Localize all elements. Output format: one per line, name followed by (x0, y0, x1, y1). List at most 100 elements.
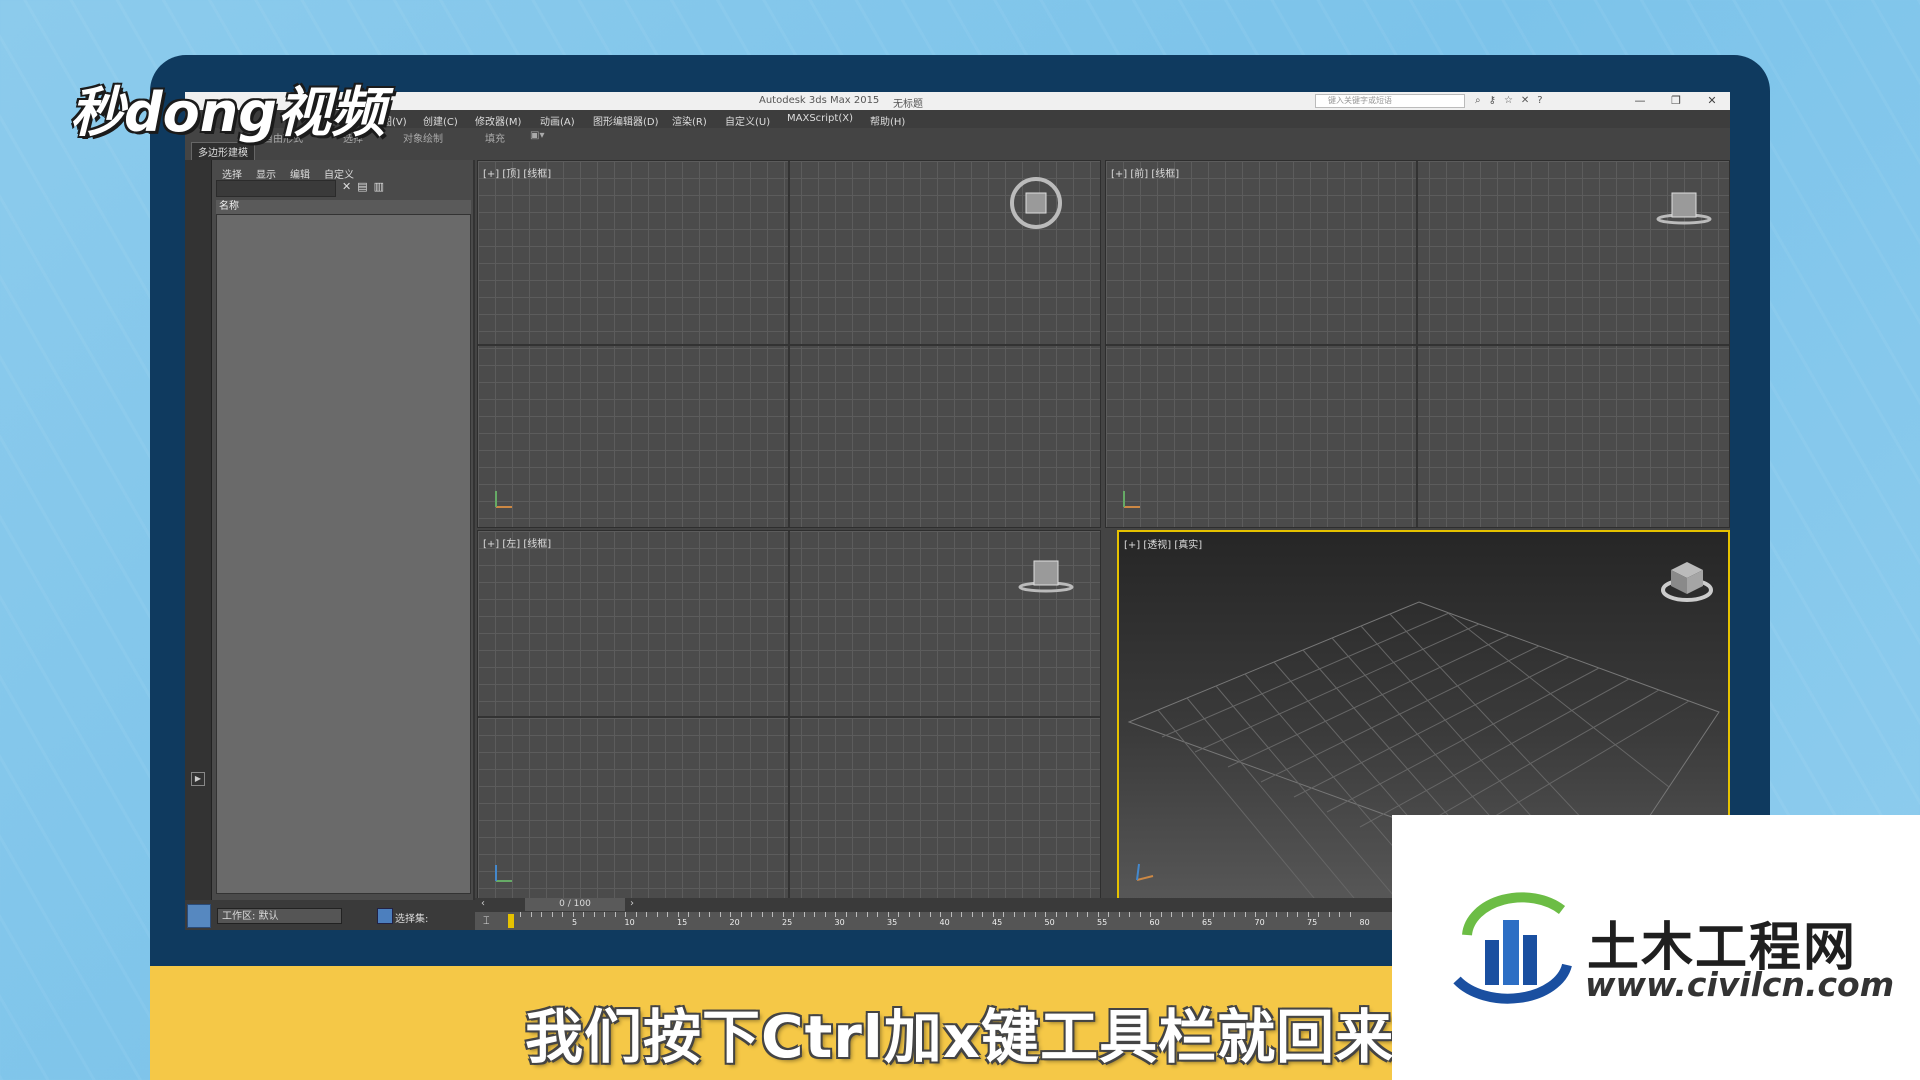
ruler-tick (1255, 912, 1256, 917)
play-icon[interactable]: ▶ (191, 772, 205, 786)
ruler-tick (719, 912, 721, 917)
ruler-tick (677, 912, 679, 917)
viewport-label[interactable]: [+] [前] [线框] (1111, 165, 1179, 180)
ruler-label: 15 (677, 918, 688, 927)
ruler-tick (740, 912, 742, 917)
camera-icon[interactable]: ▣▾ (530, 130, 544, 141)
ruler-tick (646, 912, 647, 917)
ruler-label: 5 (572, 918, 578, 927)
ruler-tick (730, 912, 731, 917)
chevron-left-icon[interactable]: ‹ (481, 898, 485, 909)
menu-modifiers[interactable]: 修改器(M) (475, 113, 521, 128)
ruler-tick (709, 912, 710, 917)
workspace-dropdown[interactable]: 工作区: 默认 (217, 908, 342, 924)
ruler-tick (551, 912, 553, 917)
selection-set-label: 选择集: (395, 914, 429, 925)
filter-icon[interactable]: ▥ (374, 180, 384, 193)
ruler-tick (1213, 912, 1214, 917)
curve-editor-icon[interactable]: ⌶ (483, 914, 490, 928)
ruler-tick (562, 912, 563, 917)
axis-gizmo-icon (495, 865, 512, 882)
ruler-tick (971, 912, 973, 917)
minimize-button[interactable]: — (1622, 92, 1658, 110)
clear-icon[interactable]: ✕ (342, 180, 351, 193)
civilcn-logo-icon (1453, 892, 1572, 1004)
ruler-tick (1160, 912, 1162, 917)
viewport-top[interactable]: [+] [顶] [线框] (477, 160, 1101, 528)
ruler-tick (929, 912, 931, 917)
list-icon[interactable]: ▤ (357, 180, 367, 193)
axis-gizmo-icon (1123, 491, 1140, 508)
ruler-tick (1328, 912, 1330, 917)
menu-rendering[interactable]: 渲染(R) (672, 113, 707, 128)
ruler-tick (688, 912, 689, 917)
viewport-front[interactable]: [+] [前] [线框] (1105, 160, 1730, 528)
help-icon[interactable]: ? (1537, 95, 1542, 106)
ruler-tick (845, 912, 847, 917)
viewport-left[interactable]: [+] [左] [线框] (477, 530, 1101, 902)
ruler-tick (1045, 912, 1046, 917)
ruler-tick (583, 912, 584, 917)
menu-help[interactable]: 帮助(H) (870, 113, 905, 128)
scene-tools: ✕ ▤ ▥ (342, 180, 384, 193)
tab-customize[interactable]: 自定义 (324, 166, 354, 181)
scene-object-list[interactable] (216, 214, 471, 894)
ruler-tick (1034, 912, 1036, 917)
viewcube-icon[interactable] (1656, 179, 1712, 235)
menu-customize[interactable]: 自定义(U) (725, 113, 770, 128)
star-icon[interactable]: ☆ (1504, 95, 1513, 106)
selection-lock-icon[interactable] (377, 908, 393, 924)
menu-animation[interactable]: 动画(A) (540, 113, 575, 128)
ruler-tick (919, 912, 920, 917)
tab-display[interactable]: 显示 (256, 166, 276, 181)
ruler-tick (593, 912, 595, 917)
tab-select[interactable]: 选择 (222, 166, 242, 181)
document-title: 无标题 (893, 99, 923, 110)
grid-center-line (788, 161, 790, 527)
ruler-tick (898, 912, 899, 917)
ruler-tick (604, 912, 605, 917)
ruler-tick (1297, 912, 1298, 917)
ruler-tick (1118, 912, 1120, 917)
ruler-label: 20 (729, 918, 740, 927)
ribbon: 自由形式 选择 对象绘制 填充 ▣▾ 多边形建模 (185, 128, 1730, 161)
viewport-layout-icon[interactable] (187, 904, 211, 928)
ruler-tick (793, 912, 794, 917)
search-input[interactable]: 键入关键字或短语 (1315, 94, 1465, 108)
menu-maxscript[interactable]: MAXScript(X) (787, 113, 853, 124)
viewport-label[interactable]: [+] [顶] [线框] (483, 165, 551, 180)
status-bar: 工作区: 默认 选择集: (185, 900, 475, 930)
ribbon-tab-object-paint[interactable]: 对象绘制 (403, 130, 443, 145)
ruler-tick (824, 912, 826, 917)
viewcube-icon[interactable] (1008, 175, 1064, 231)
grid-center-line (788, 531, 790, 901)
ruler-label: 75 (1307, 918, 1318, 927)
column-header-name[interactable]: 名称 (216, 200, 471, 214)
restore-button[interactable]: ❐ (1658, 92, 1694, 110)
ruler-tick (1276, 912, 1277, 917)
exchange-icon[interactable]: ✕ (1521, 95, 1529, 106)
viewcube-icon[interactable] (1018, 547, 1074, 603)
frame-counter[interactable]: 0 / 100 (525, 898, 625, 911)
viewport-label[interactable]: [+] [左] [线框] (483, 535, 551, 550)
ruler-tick (1066, 912, 1067, 917)
key-icon[interactable]: ⚷ (1489, 95, 1496, 106)
ruler-label: 30 (834, 918, 845, 927)
viewcube-icon[interactable] (1659, 554, 1715, 610)
binoculars-icon[interactable]: ⌕ (1475, 95, 1481, 106)
brand-logo: 秒dong视频 (70, 81, 385, 144)
ruler-tick (572, 912, 574, 917)
scene-search-input[interactable] (216, 180, 336, 197)
ribbon-tab-populate[interactable]: 填充 (485, 130, 505, 145)
app-title: Autodesk 3ds Max 2015 (759, 95, 880, 106)
menu-graph-editors[interactable]: 图形编辑器(D) (593, 113, 659, 128)
ruler-tick (1055, 912, 1057, 917)
title-bar: Autodesk 3ds Max 2015 无标题 键入关键字或短语 ⌕ ⚷ ☆… (185, 92, 1730, 110)
chevron-right-icon[interactable]: › (630, 898, 634, 909)
ruler-tick (1171, 912, 1172, 917)
ruler-tick (887, 912, 889, 917)
menu-create[interactable]: 创建(C) (423, 113, 458, 128)
time-marker[interactable] (508, 914, 514, 928)
tab-edit[interactable]: 编辑 (290, 166, 310, 181)
close-button[interactable]: ✕ (1694, 92, 1730, 110)
